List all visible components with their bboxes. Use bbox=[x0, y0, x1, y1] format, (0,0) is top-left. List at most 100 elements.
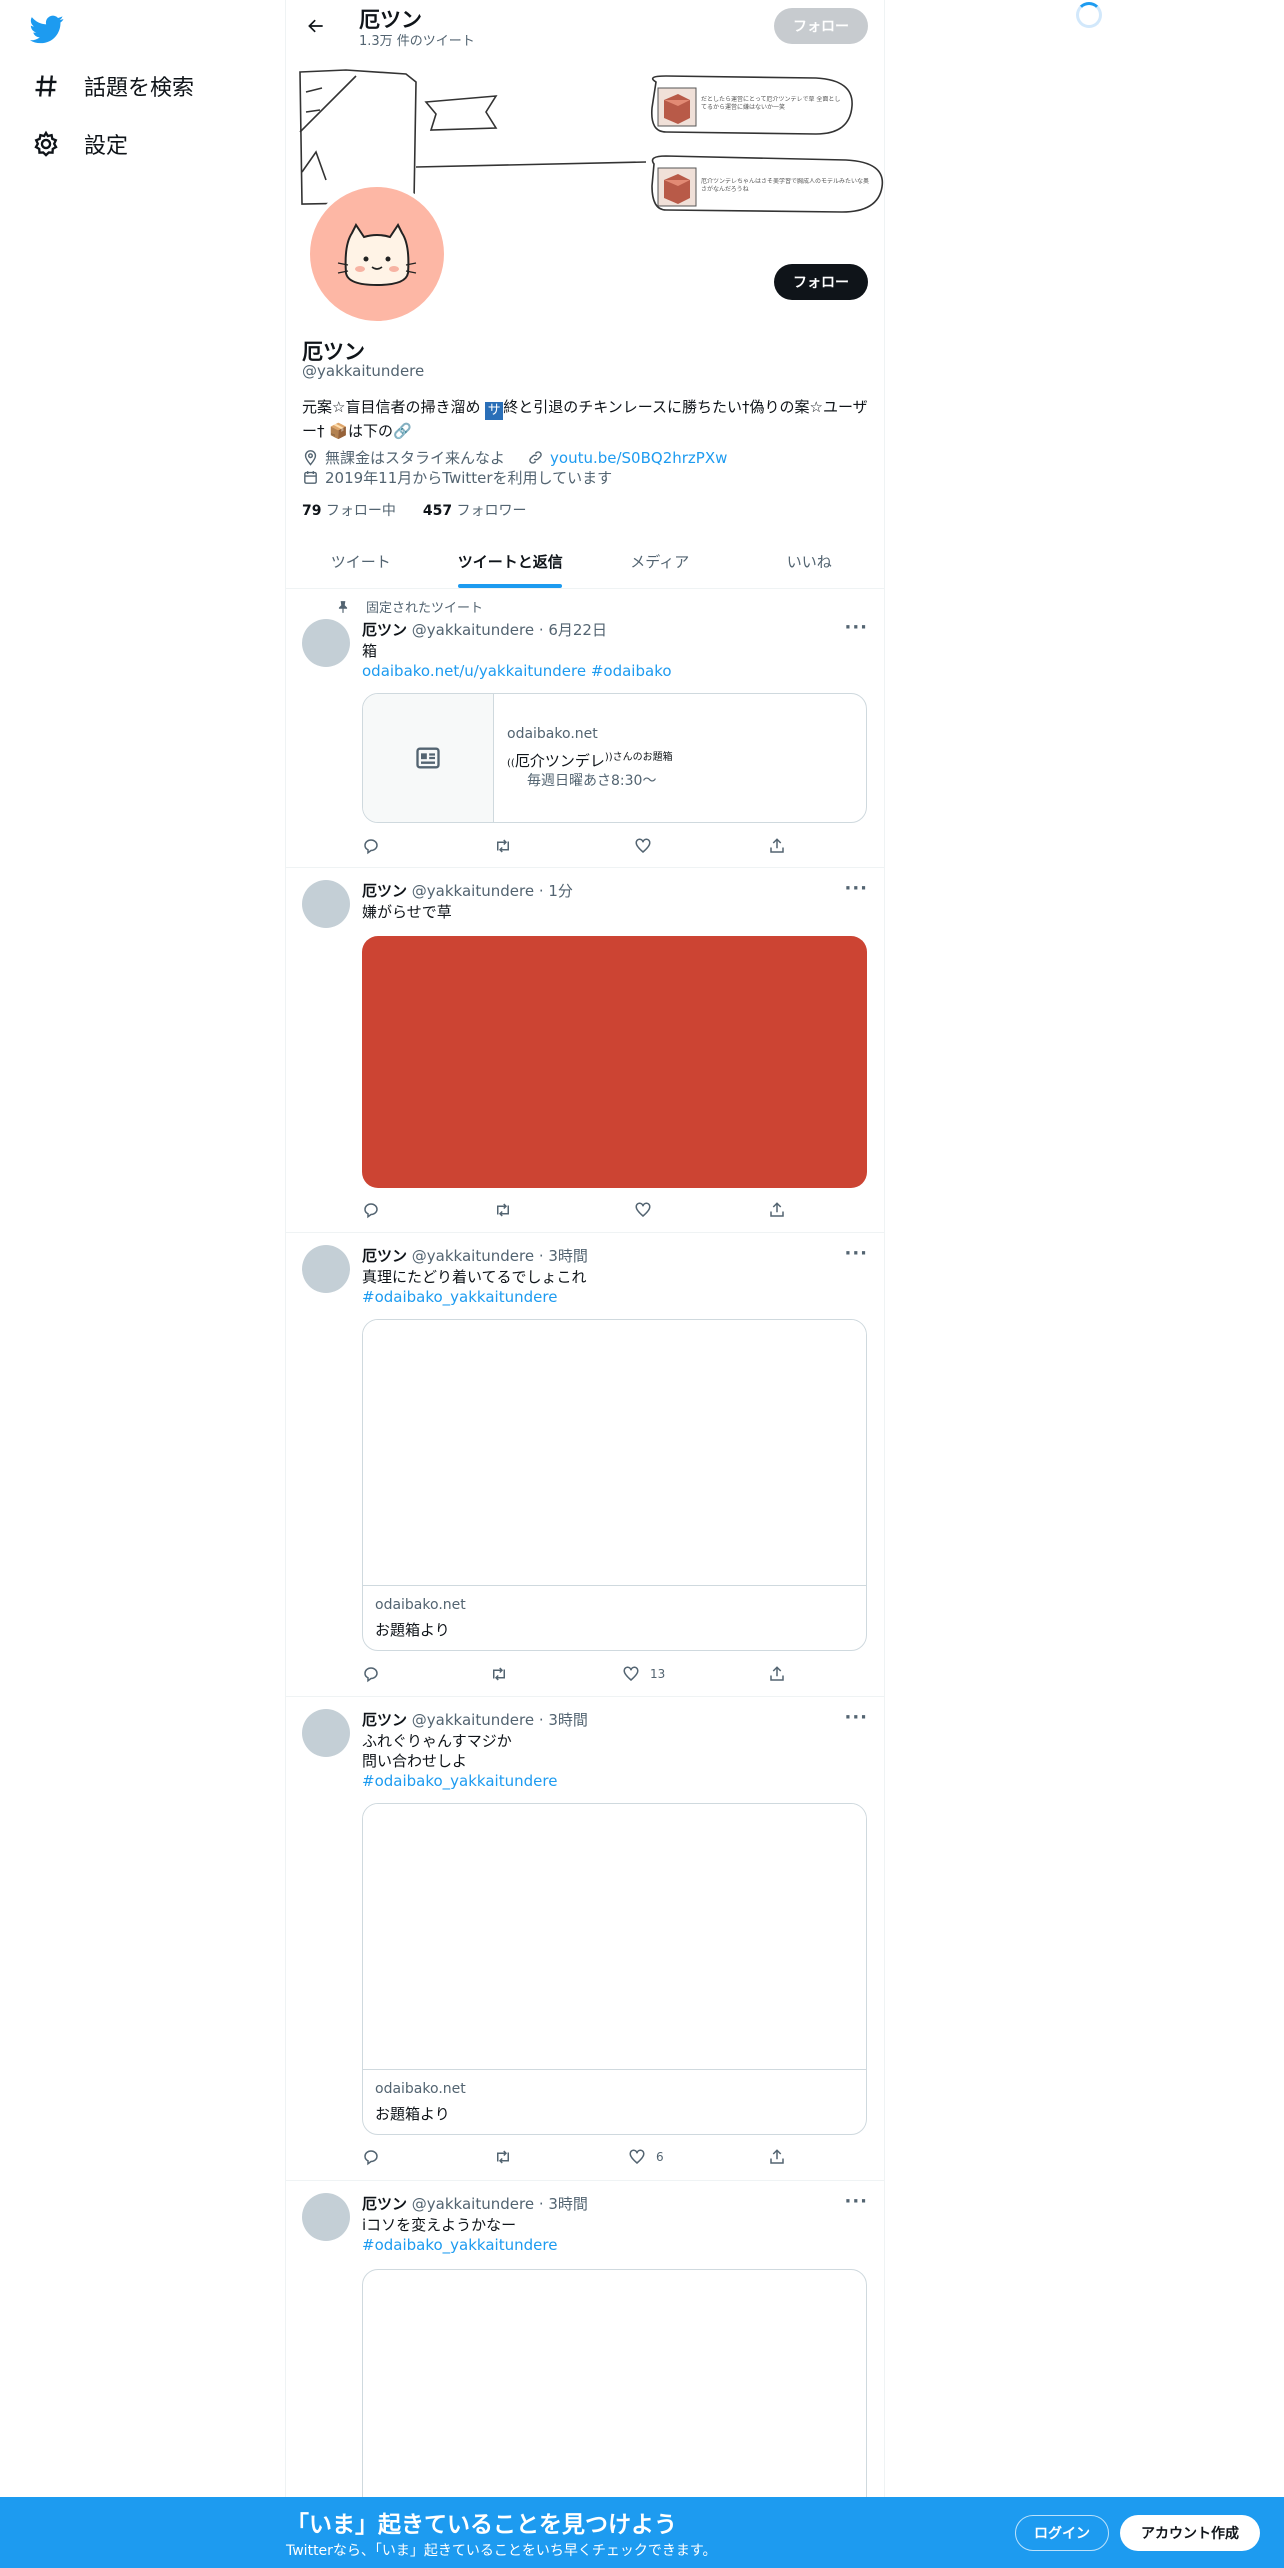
card-domain: odaibako.net bbox=[375, 2081, 466, 2097]
link-card[interactable]: odaibako.net お題箱より bbox=[362, 1803, 867, 2135]
avatar[interactable] bbox=[302, 2193, 350, 2241]
card-title: お題箱より bbox=[375, 1621, 450, 1639]
tweet-link[interactable]: #odaibako_yakkaitundere bbox=[362, 2235, 867, 2255]
share-button[interactable] bbox=[768, 837, 786, 855]
share-button[interactable] bbox=[768, 1201, 786, 1219]
tab-tweets[interactable]: ツイート bbox=[286, 536, 436, 588]
card-title: お題箱より bbox=[375, 2105, 450, 2123]
retweet-button[interactable] bbox=[494, 2148, 512, 2166]
link-card[interactable]: odaibako.net ((厄介ツンデレ))さんのお題箱 毎週日曜あさ8:30… bbox=[362, 693, 867, 823]
retweet-button[interactable] bbox=[494, 1201, 512, 1219]
tweet-meta[interactable]: @yakkaitundere · 3時間 bbox=[412, 1247, 588, 1265]
share-icon bbox=[770, 1666, 784, 1681]
like-count: 6 bbox=[656, 2150, 664, 2164]
follow-button[interactable]: フォロー bbox=[774, 264, 868, 300]
tweet-item[interactable]: 厄ツン @yakkaitundere · 3時間 ··· 真理にたどり着いてるで… bbox=[286, 1233, 884, 1697]
heart-icon bbox=[629, 2149, 645, 2164]
link-card[interactable]: odaibako.net お題箱より bbox=[362, 1319, 867, 1651]
avatar[interactable] bbox=[302, 880, 350, 928]
banner-bubble-text-2: 厄介ツンデレちゃんはさそ美学習で胸成人のモデルみたいな奥さがなんだろうね bbox=[701, 178, 870, 193]
sidebar-item-explore[interactable]: 話題を検索 bbox=[32, 70, 194, 102]
avatar[interactable] bbox=[302, 619, 350, 667]
signup-button[interactable]: アカウント作成 bbox=[1120, 2515, 1260, 2551]
twitter-logo-icon[interactable] bbox=[30, 12, 70, 44]
retweet-button[interactable] bbox=[490, 1665, 508, 1683]
reply-icon bbox=[364, 1203, 378, 1219]
avatar[interactable] bbox=[302, 1709, 350, 1757]
header-follow-button[interactable]: フォロー bbox=[774, 8, 868, 44]
tab-tweets-and-replies[interactable]: ツイートと返信 bbox=[436, 536, 586, 588]
loading-spinner-icon bbox=[1076, 2, 1102, 28]
retweet-icon bbox=[493, 1667, 505, 1681]
reply-button[interactable] bbox=[362, 1665, 380, 1683]
tweet-link[interactable]: odaibako.net/u/yakkaitundere #odaibako bbox=[362, 661, 867, 681]
tweet-link[interactable]: #odaibako_yakkaitundere bbox=[362, 1287, 867, 1307]
profile-avatar[interactable] bbox=[306, 183, 448, 325]
tweet-meta[interactable]: @yakkaitundere · 6月22日 bbox=[412, 621, 607, 639]
following-link[interactable]: 79 フォロー中 bbox=[302, 503, 396, 519]
tweet-meta[interactable]: @yakkaitundere · 3時間 bbox=[412, 2195, 588, 2213]
tweet-actions bbox=[362, 1201, 802, 1221]
more-options-button[interactable]: ··· bbox=[844, 617, 868, 638]
tweet-meta[interactable]: @yakkaitundere · 1分 bbox=[412, 882, 573, 900]
reply-button[interactable] bbox=[362, 2148, 380, 2166]
tweet-header: 厄ツン @yakkaitundere · 1分 bbox=[362, 880, 573, 901]
banner-box-icon-1 bbox=[657, 87, 697, 127]
tab-likes[interactable]: いいね bbox=[735, 536, 885, 588]
more-options-button[interactable]: ··· bbox=[844, 878, 868, 899]
reply-button[interactable] bbox=[362, 1201, 380, 1219]
tweet-author[interactable]: 厄ツン bbox=[362, 1247, 407, 1265]
card-image bbox=[363, 1320, 866, 1586]
like-button[interactable]: 13 bbox=[622, 1665, 665, 1683]
reply-button[interactable] bbox=[362, 837, 380, 855]
like-button[interactable] bbox=[634, 837, 652, 855]
more-options-button[interactable]: ··· bbox=[844, 1243, 868, 1264]
login-button[interactable]: ログイン bbox=[1015, 2515, 1109, 2551]
card-domain: odaibako.net bbox=[375, 1597, 466, 1613]
share-button[interactable] bbox=[768, 2148, 786, 2166]
profile-url-link[interactable]: youtu.be/S0BQ2hrzPXw bbox=[550, 449, 727, 467]
more-options-button[interactable]: ··· bbox=[844, 2191, 868, 2212]
followers-link[interactable]: 457 フォロワー bbox=[423, 503, 527, 519]
tweet-item[interactable]: 厄ツン @yakkaitundere · 3時間 ··· ふれぐりゃんすマジか … bbox=[286, 1697, 884, 2181]
gear-icon bbox=[34, 130, 58, 157]
cat-face-icon bbox=[337, 223, 417, 287]
profile-bio: 元案☆盲目信者の掃き溜め サ終と引退のチキンレースに勝ちたい†偽りの案☆ユーザー… bbox=[302, 396, 872, 442]
sidebar-item-settings[interactable]: 設定 bbox=[32, 128, 128, 160]
retweet-button[interactable] bbox=[494, 837, 512, 855]
profile-location: 無課金はスタライ来んなよ bbox=[325, 449, 506, 467]
heart-icon bbox=[635, 838, 651, 853]
like-button[interactable]: 6 bbox=[628, 2148, 664, 2166]
tweet-item[interactable]: 固定されたツイート 厄ツン @yakkaitundere · 6月22日 ···… bbox=[286, 589, 884, 868]
avatar[interactable] bbox=[302, 1245, 350, 1293]
profile-stats: 79 フォロー中 457 フォロワー bbox=[302, 500, 527, 520]
sidebar-item-label: 話題を検索 bbox=[84, 76, 195, 101]
more-options-button[interactable]: ··· bbox=[844, 1707, 868, 1728]
tweet-item[interactable]: 厄ツン @yakkaitundere · 1分 ··· 嫌がらせで草 bbox=[286, 868, 884, 1233]
tweet-text: 箱 bbox=[362, 642, 378, 660]
share-button[interactable] bbox=[768, 1665, 786, 1683]
main-column: 厄ツン 1.3万 件のツイート フォロー だとしたら運営にとって厄介ツンデレで草… bbox=[285, 0, 885, 2568]
tweet-text: 真理にたどり着いてるでしょこれ bbox=[362, 1268, 587, 1286]
profile-meta-row: 無課金はスタライ来んなよ youtu.be/S0BQ2hrzPXw bbox=[302, 447, 727, 468]
like-button[interactable] bbox=[634, 1201, 652, 1219]
bio-text: は下の bbox=[347, 422, 393, 440]
pinned-indicator: 固定されたツイート bbox=[336, 597, 483, 616]
tab-media[interactable]: メディア bbox=[585, 536, 735, 588]
tweet-header: 厄ツン @yakkaitundere · 3時間 bbox=[362, 2193, 588, 2214]
profile-handle: @yakkaitundere bbox=[302, 362, 425, 380]
heart-icon bbox=[635, 1202, 651, 1217]
tweet-header: 厄ツン @yakkaitundere · 3時間 bbox=[362, 1709, 588, 1730]
tweet-image[interactable] bbox=[362, 936, 867, 1188]
back-button[interactable] bbox=[300, 10, 332, 42]
tweet-meta[interactable]: @yakkaitundere · 3時間 bbox=[412, 1711, 588, 1729]
tweet-author[interactable]: 厄ツン bbox=[362, 1711, 407, 1729]
tweet-author[interactable]: 厄ツン bbox=[362, 2195, 407, 2213]
sidebar-item-label: 設定 bbox=[84, 134, 129, 159]
signup-banner-subtitle: Twitterなら、「いま」起きていることをいち早くチェックできます。 bbox=[286, 2543, 717, 2559]
tweet-text: 問い合わせしよ bbox=[362, 1752, 468, 1770]
share-icon bbox=[770, 1202, 784, 1217]
tweet-link[interactable]: #odaibako_yakkaitundere bbox=[362, 1771, 867, 1791]
tweet-author[interactable]: 厄ツン bbox=[362, 882, 407, 900]
tweet-author[interactable]: 厄ツン bbox=[362, 621, 407, 639]
